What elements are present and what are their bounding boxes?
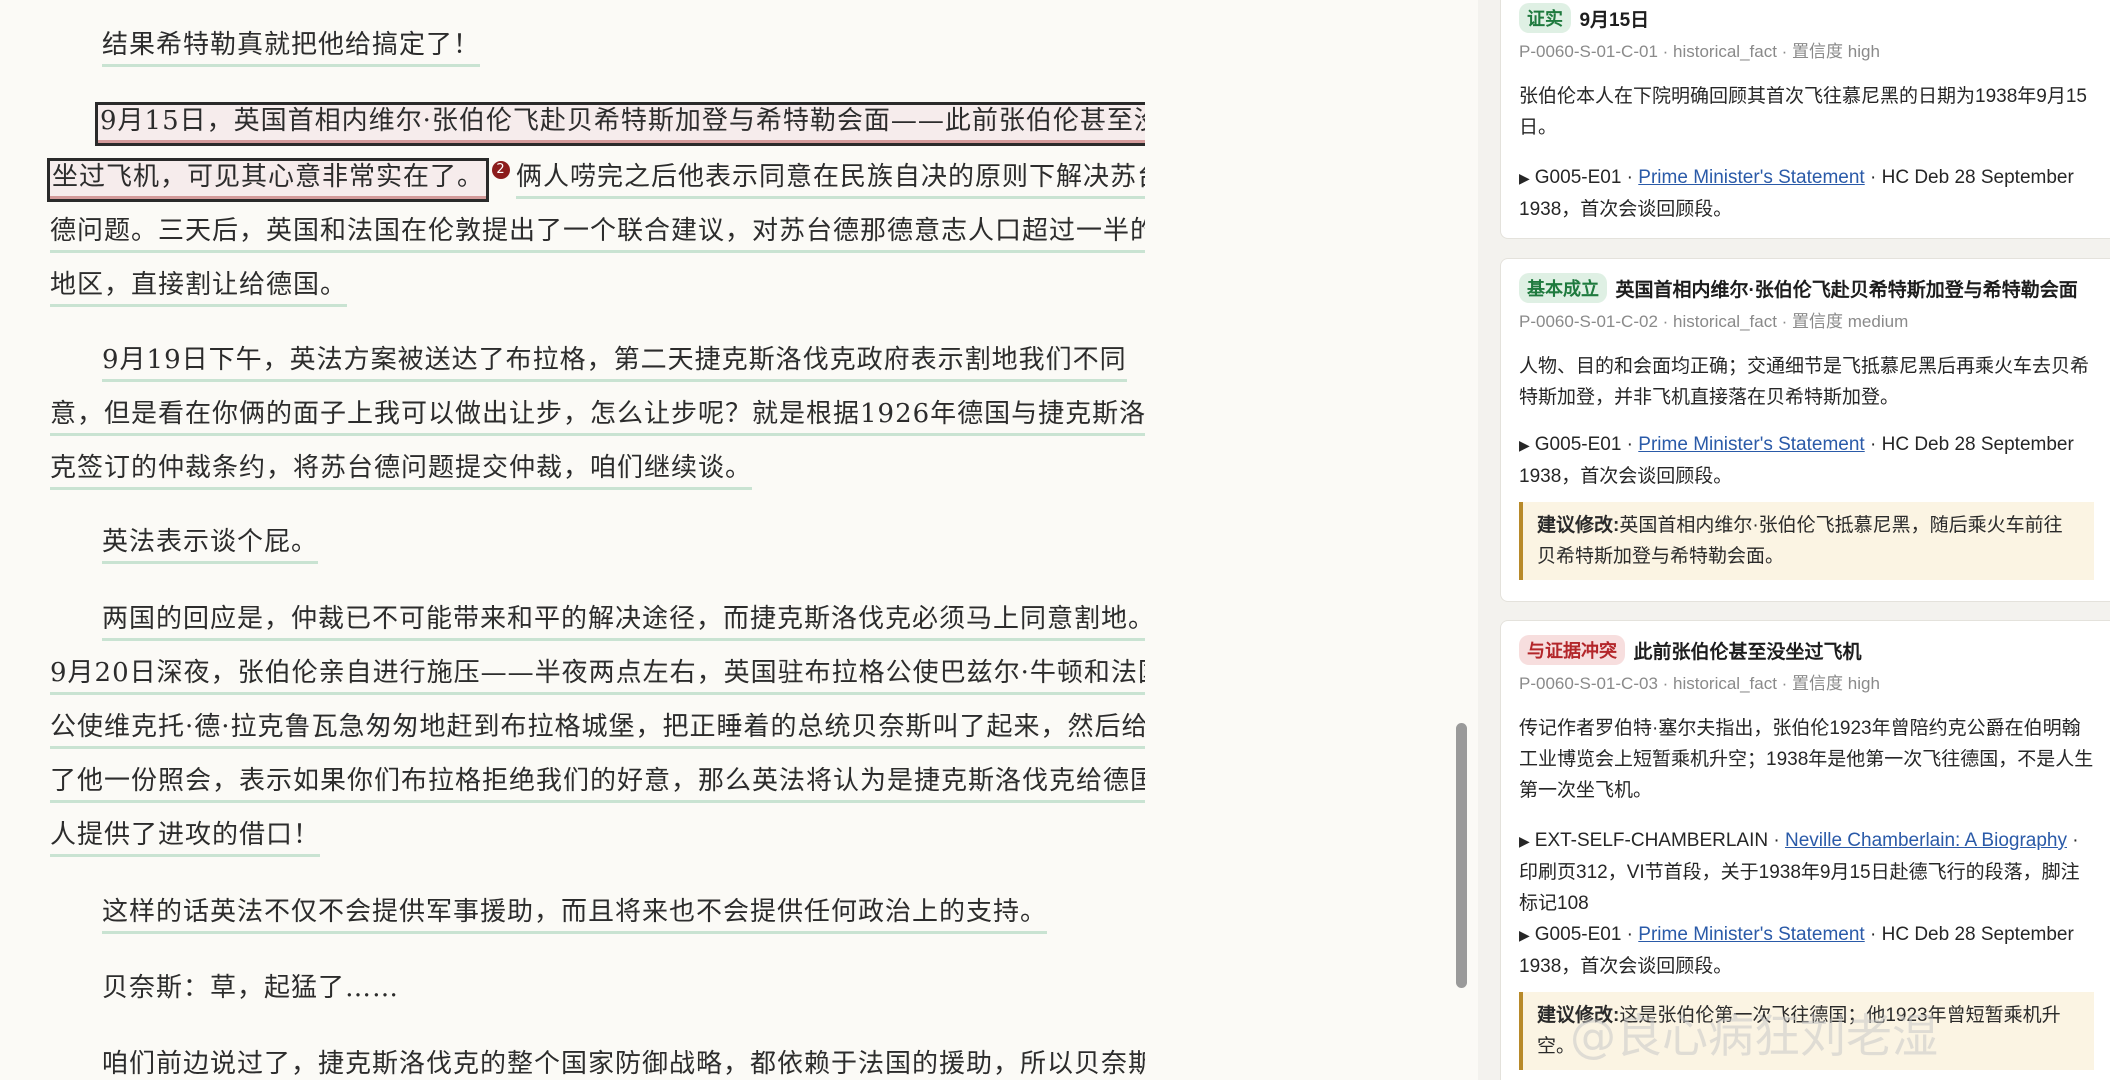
reading-pane: 结果希特勒真就把他给搞定了！ 9月15日，英国首相内维尔·张伯伦飞赴贝希特斯加登… (0, 0, 1145, 1080)
claim-evidence-summary: 张伯伦本人在下院明确回顾其首次飞往慕尼黑的日期为1938年9月15日。 (1519, 86, 2087, 138)
source-id: G005-E01 (1534, 167, 1622, 188)
claim-card[interactable]: 与证据冲突 此前张伯伦甚至没坐过飞机 P-0060-S-01-C-03 · hi… (1500, 620, 2110, 1080)
verdict-badge-verified: 证实 (1519, 3, 1571, 33)
sentence[interactable]: 9月19日下午，英法方案被送达了布拉格，第二天捷克斯洛伐克政府表示割地我们不同 (102, 345, 1127, 382)
claim-title: 9月15日 (1579, 9, 1650, 31)
verdict-badge-mostly-true: 基本成立 (1519, 273, 1607, 303)
source-id: G005-E01 (1534, 434, 1622, 455)
suggestion-label: 建议修改: (1537, 1005, 1620, 1026)
claim-evidence-summary: 人物、目的和会面均正确；交通细节是飞抵慕尼黑后再乘火车去贝希特斯加登，并非飞机直… (1519, 356, 2090, 408)
claim-meta: P-0060-S-01-C-03 · historical_fact · 置信度… (1519, 674, 1880, 693)
expand-triangle-icon[interactable]: ▶ (1519, 437, 1530, 453)
source-link[interactable]: Prime Minister's Statement (1638, 167, 1864, 188)
source-link[interactable]: Prime Minister's Statement (1638, 924, 1864, 945)
sentence[interactable]: 人提供了进攻的借口！ (50, 820, 321, 857)
claim-evidence-summary: 传记作者罗伯特·塞尔夫指出，张伯伦1923年曾陪约克公爵在伯明翰工业博览会上短暂… (1519, 718, 2094, 801)
claim-title: 英国首相内维尔·张伯伦飞赴贝希特斯加登与希特勒会面 (1615, 279, 2078, 301)
claim-meta: P-0060-S-01-C-02 · historical_fact · 置信度… (1519, 312, 1909, 331)
source-link[interactable]: Neville Chamberlain: A Biography (1785, 830, 2067, 851)
claim-card[interactable]: 基本成立 英国首相内维尔·张伯伦飞赴贝希特斯加登与希特勒会面 P-0060-S-… (1500, 258, 2110, 602)
sentence[interactable]: 俩人唠完之后他表示同意在民族自决的原则下解决苏台 (516, 162, 1145, 199)
claim-meta: P-0060-S-01-C-01 · historical_fact · 置信度… (1519, 42, 1880, 61)
sentence[interactable]: 这样的话英法不仅不会提供军事援助，而且将来也不会提供任何政治上的支持。 (102, 897, 1048, 934)
sentence: 咱们前边说过了，捷克斯洛伐克的整个国家防御战略，都依赖于法国的援助，所以贝奈斯 (102, 1049, 1145, 1079)
sentence[interactable]: 9月20日深夜，张伯伦亲自进行施压——半夜两点左右，英国驻布拉格公使巴兹尔·牛顿… (50, 658, 1145, 695)
verdict-badge-conflict: 与证据冲突 (1519, 635, 1625, 665)
source-item[interactable]: ▶ G005-E01 · Prime Minister's Statement ·… (1519, 919, 2094, 982)
sentence[interactable]: 了他一份照会，表示如果你们布拉格拒绝我们的好意，那么英法将认为是捷克斯洛伐克给德… (50, 766, 1145, 803)
source-item[interactable]: ▶ EXT-SELF-CHAMBERLAIN · Neville Chamberl… (1519, 825, 2094, 919)
sentence[interactable]: 公使维克托·德·拉克鲁瓦急匆匆地赶到布拉格城堡，把正睡着的总统贝奈斯叫了起来，然… (50, 712, 1145, 749)
claim-title: 此前张伯伦甚至没坐过飞机 (1633, 641, 1862, 663)
sentence[interactable]: 地区，直接割让给德国。 (50, 270, 348, 307)
suggested-revision: 建议修改:英国首相内维尔·张伯伦飞抵慕尼黑，随后乘火车前往贝希特斯加登与希特勒会… (1519, 502, 2094, 580)
source-item[interactable]: ▶ G005-E01 · Prime Minister's Statement ·… (1519, 429, 2094, 492)
source-id: G005-E01 (1534, 924, 1622, 945)
sentence: 贝奈斯：草，起猛了…… (102, 973, 400, 1003)
sentence[interactable]: 英法表示谈个屁。 (102, 527, 319, 564)
sentence[interactable]: 结果希特勒真就把他给搞定了！ (102, 30, 481, 67)
sentence[interactable]: 德问题。三天后，英国和法国在伦敦提出了一个联合建议，对苏台德那德意志人口超过一半… (50, 216, 1145, 253)
source-id: EXT-SELF-CHAMBERLAIN (1534, 830, 1769, 851)
suggestion-label: 建议修改: (1537, 515, 1620, 536)
claim-count-badge[interactable]: 2 (492, 161, 511, 179)
claims-panel: 证实 9月15日 P-0060-S-01-C-01 · historical_f… (1478, 0, 2110, 1080)
expand-triangle-icon[interactable]: ▶ (1519, 833, 1530, 849)
sentence[interactable]: 克签订的仲裁条约，将苏台德问题提交仲裁，咱们继续谈。 (50, 453, 753, 490)
expand-triangle-icon[interactable]: ▶ (1519, 927, 1530, 943)
sentence[interactable]: 意，但是看在你俩的面子上我可以做出让步，怎么让步呢？就是根据1926年德国与捷克… (50, 399, 1145, 436)
expand-triangle-icon[interactable]: ▶ (1519, 170, 1530, 186)
scrollbar-thumb[interactable] (1456, 723, 1467, 988)
highlighted-claim[interactable]: 9月15日，英国首相内维尔·张伯伦飞赴贝希特斯加登与希特勒会面——此前张伯伦甚至… (95, 102, 1145, 146)
sentence[interactable]: 两国的回应是，仲裁已不可能带来和平的解决途径，而捷克斯洛伐克必须马上同意割地。 (102, 604, 1145, 641)
source-item[interactable]: ▶ G005-E01 · Prime Minister's Statement ·… (1519, 162, 2094, 225)
claim-card[interactable]: 证实 9月15日 P-0060-S-01-C-01 · historical_f… (1500, 0, 2110, 239)
highlighted-claim[interactable]: 坐过飞机，可见其心意非常实在了。 (46, 158, 490, 202)
suggested-revision: 建议修改:这是张伯伦第一次飞往德国；他1923年曾短暂乘机升空。 (1519, 992, 2094, 1070)
source-link[interactable]: Prime Minister's Statement (1638, 434, 1864, 455)
